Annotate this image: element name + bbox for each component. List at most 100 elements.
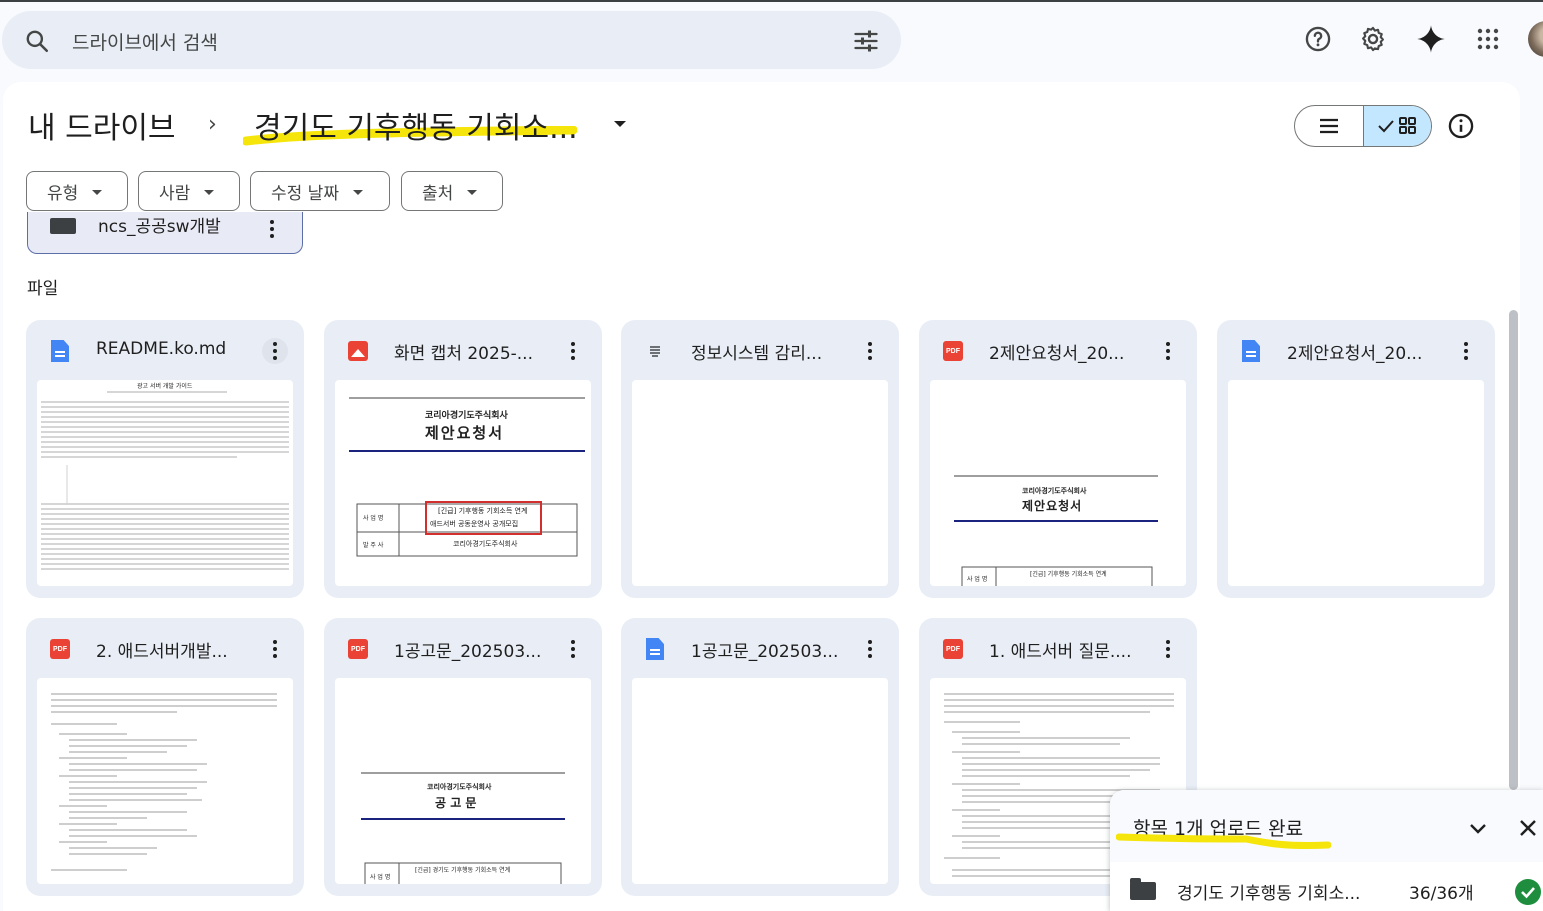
doc-icon <box>643 637 667 661</box>
thumb-row-label: 사 업 명 <box>967 576 988 583</box>
breadcrumb-my-drive[interactable]: 내 드라이브 <box>28 103 176 147</box>
file-thumbnail: 코리아경기도주식회사 제안요청서 사 업 명 [긴급] 기후행동 기회소득 연계 <box>930 380 1186 586</box>
scrollbar[interactable] <box>1509 310 1518 790</box>
thumb-row-value: [긴급] 경기도 기후행동 기회소득 연계 <box>415 867 511 874</box>
thumb-row-label: 사 업 명 <box>363 515 384 522</box>
text-file-icon <box>643 339 667 363</box>
file-name: README.ko.md <box>96 339 227 359</box>
file-thumbnail: 코리아경기도주식회사 공 고 문 사 업 명 [긴급] 경기도 기후행동 기회소… <box>335 678 591 884</box>
thumb-table <box>356 501 578 557</box>
dense-text-lines <box>41 391 289 570</box>
file-thumbnail: 코리아경기도주식회사 제안요청서 사 업 명 [긴급] 기후행동 기회소득 연계… <box>335 380 591 586</box>
folder-icon <box>50 218 76 234</box>
thumb-row-label: 사 업 명 <box>370 874 391 881</box>
yellow-highlight-mark <box>1116 833 1331 850</box>
more-options-icon[interactable] <box>857 338 883 364</box>
thumb-row-label: 발 주 사 <box>363 542 384 549</box>
filter-modified-chip[interactable]: 수정 날짜 <box>250 171 390 211</box>
search-input[interactable]: 드라이브에서 검색 <box>72 28 218 55</box>
apps-grid-icon[interactable] <box>1473 24 1503 54</box>
file-thumbnail <box>1228 380 1484 586</box>
filter-people-label: 사람 <box>159 183 191 204</box>
thumb-row-value: 애드서버 공동운영사 공개모집 <box>430 520 519 528</box>
gemini-sparkle-icon[interactable] <box>1416 24 1446 54</box>
thumb-table <box>364 862 562 884</box>
chevron-down-icon <box>352 189 363 195</box>
file-thumbnail <box>632 380 888 586</box>
more-options-icon[interactable] <box>262 636 288 662</box>
image-icon <box>346 339 370 363</box>
file-card[interactable]: PDF 2. 애드서버개발... <box>26 618 304 896</box>
more-options-icon[interactable] <box>857 636 883 662</box>
breadcrumb-current-folder[interactable]: 경기도 기후행동 기회소... <box>254 103 578 147</box>
folder-card[interactable]: ncs_공공sw개발 <box>27 212 303 254</box>
file-card[interactable]: 1공고문_202503... <box>621 618 899 896</box>
upload-item-name: 경기도 기후행동 기회소... <box>1177 884 1361 904</box>
doc-icon <box>48 339 72 363</box>
info-icon[interactable] <box>1447 112 1475 140</box>
filter-people-chip[interactable]: 사람 <box>138 171 240 211</box>
filter-type-chip[interactable]: 유형 <box>26 171 128 211</box>
file-card[interactable]: 화면 캡처 2025-... 코리아경기도주식회사 제안요청서 사 업 명 [긴… <box>324 320 602 598</box>
check-circle-icon <box>1515 879 1541 905</box>
file-name: 화면 캡처 2025-... <box>394 344 533 364</box>
search-bar[interactable]: 드라이브에서 검색 <box>2 11 901 69</box>
filter-type-label: 유형 <box>47 183 79 204</box>
more-options-icon[interactable] <box>262 338 288 364</box>
upload-item-row[interactable]: 경기도 기후행동 기회소... 36/36개 <box>1110 862 1543 911</box>
more-options-icon[interactable] <box>1155 338 1181 364</box>
help-icon[interactable] <box>1303 24 1333 54</box>
grid-view-check-icon <box>1377 117 1416 134</box>
account-avatar[interactable] <box>1528 21 1543 57</box>
more-options-icon[interactable] <box>560 338 586 364</box>
thumb-row-value: 코리아경기도주식회사 <box>453 540 518 548</box>
file-card[interactable]: PDF 1공고문_202503... 코리아경기도주식회사 공 고 문 사 업 … <box>324 618 602 896</box>
folder-icon <box>1130 878 1156 900</box>
file-thumbnail <box>632 678 888 884</box>
upload-item-count: 36/36개 <box>1409 884 1474 904</box>
filter-modified-label: 수정 날짜 <box>271 183 339 204</box>
list-view-icon <box>1320 118 1338 134</box>
more-options-icon[interactable] <box>1453 338 1479 364</box>
thumb-row-value: [긴급] 기후행동 기회소득 연계 <box>438 507 528 515</box>
more-options-icon[interactable] <box>560 636 586 662</box>
grid-view-button[interactable] <box>1363 106 1431 146</box>
file-card[interactable]: 정보시스템 감리... <box>621 320 899 598</box>
file-name: 1. 애드서버 질문.... <box>989 642 1132 662</box>
pdf-icon: PDF <box>941 339 965 363</box>
file-card[interactable]: README.ko.md 광고 서버 개발 가이드 <box>26 320 304 598</box>
doc-icon <box>1239 339 1263 363</box>
more-options-icon[interactable] <box>270 220 274 238</box>
more-options-icon[interactable] <box>1155 636 1181 662</box>
collapse-chevron-icon[interactable] <box>1466 816 1490 840</box>
file-card[interactable]: 2제안요청서_20... <box>1217 320 1495 598</box>
top-border <box>0 0 1543 2</box>
search-icon[interactable] <box>24 28 50 54</box>
file-thumbnail: 광고 서버 개발 가이드 <box>37 380 293 586</box>
close-icon[interactable] <box>1516 816 1540 840</box>
file-card[interactable]: PDF 2제안요청서_20... 코리아경기도주식회사 제안요청서 사 업 명 … <box>919 320 1197 598</box>
file-name: 2제안요청서_20... <box>989 344 1125 364</box>
folder-menu-dropdown-icon[interactable] <box>612 118 628 130</box>
pdf-icon: PDF <box>346 637 370 661</box>
file-name: 정보시스템 감리... <box>691 344 823 364</box>
doc-text-lines <box>51 693 277 871</box>
chevron-down-icon <box>467 189 478 195</box>
chevron-down-icon <box>92 189 103 195</box>
view-toggle[interactable] <box>1294 105 1432 147</box>
upload-status-panel: 항목 1개 업로드 완료 경기도 기후행동 기회소... 36/36개 <box>1110 790 1543 911</box>
files-section-label: 파일 <box>27 279 59 299</box>
search-options-icon[interactable] <box>852 27 880 55</box>
pdf-icon: PDF <box>48 637 72 661</box>
file-name: 2제안요청서_20... <box>1287 344 1423 364</box>
file-thumbnail <box>37 678 293 884</box>
file-name: 1공고문_202503... <box>691 642 839 662</box>
thumb-row-value: [긴급] 기후행동 기회소득 연계 <box>1030 571 1107 578</box>
filter-source-label: 출처 <box>422 183 454 204</box>
settings-gear-icon[interactable] <box>1358 24 1388 54</box>
list-view-button[interactable] <box>1295 106 1363 146</box>
pdf-icon: PDF <box>941 637 965 661</box>
folder-name: ncs_공공sw개발 <box>98 217 221 237</box>
file-name: 2. 애드서버개발... <box>96 642 228 662</box>
filter-source-chip[interactable]: 출처 <box>401 171 503 211</box>
